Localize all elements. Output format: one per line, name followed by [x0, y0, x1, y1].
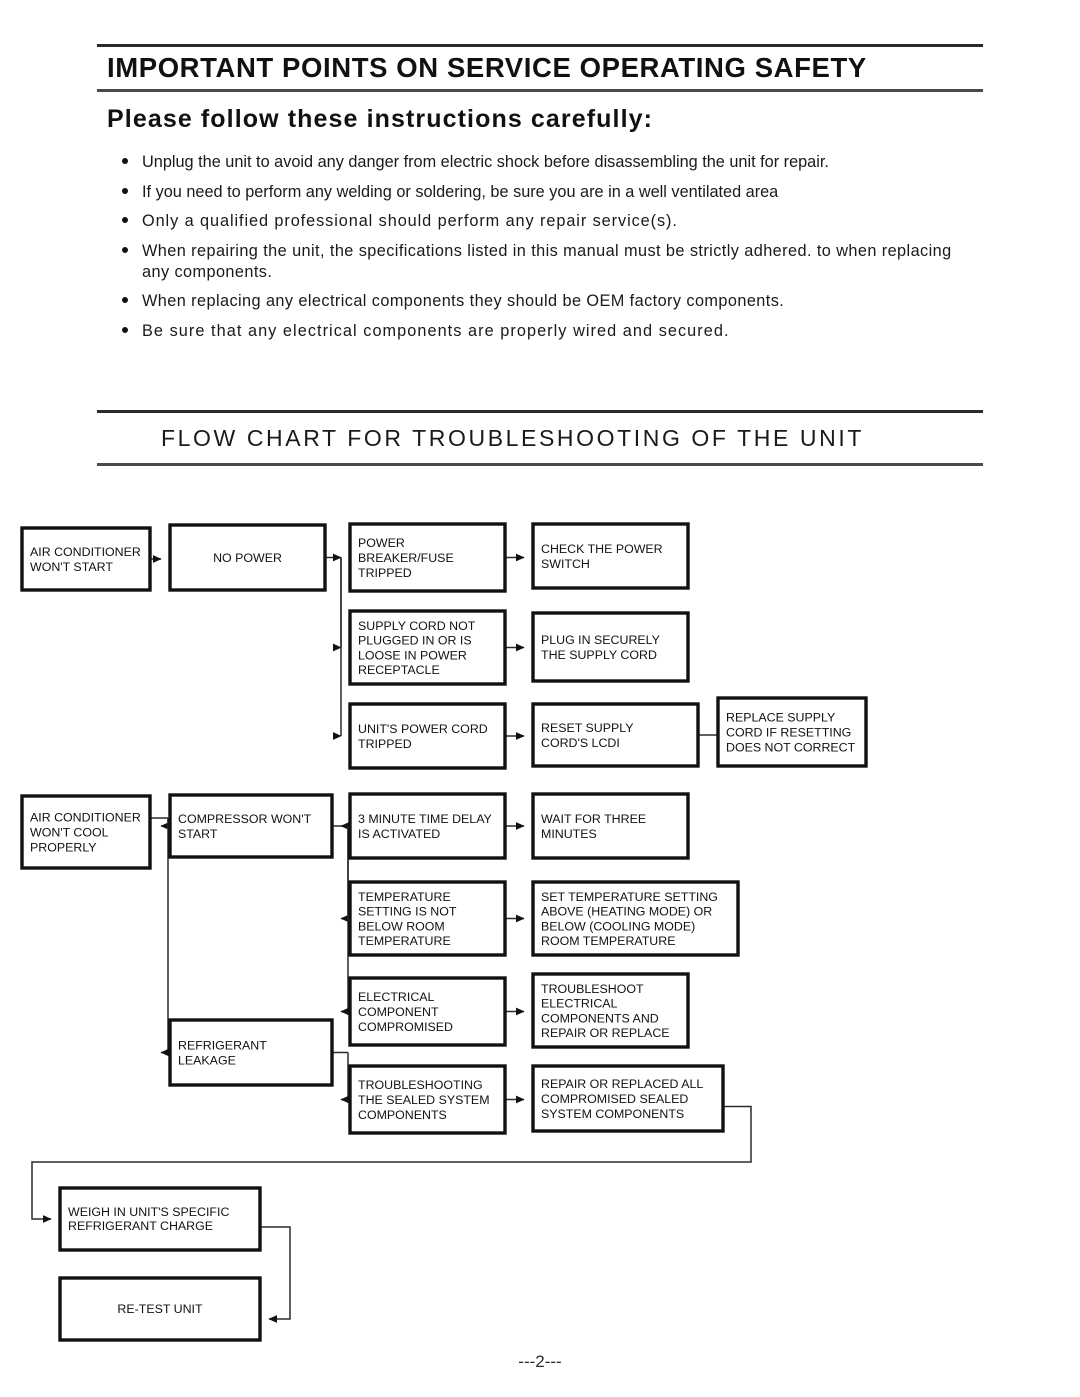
flow-node-cord-tripped: UNIT'S POWER CORD TRIPPED [348, 702, 507, 770]
flow-connector [160, 818, 169, 1057]
flow-connector [260, 1226, 291, 1323]
list-item: Unplug the unit to avoid any danger from… [120, 152, 982, 173]
node-label: WEIGH IN UNIT'S SPECIFIC REFRIGERANT CHAR… [68, 1205, 229, 1233]
flow-node-repair-sealed: REPAIR OR REPLACED ALL COMPROMISED SEALED… [531, 1064, 725, 1133]
flow-node-plug-securely: PLUG IN SECURELY THE SUPPLY CORD [531, 611, 690, 683]
bullet-dot-icon [122, 187, 128, 194]
flow-node-troubleshoot-sealed: TROUBLESHOOTING THE SEALED SYSTEM COMPONEN… [348, 1064, 507, 1135]
page-number: ---2--- [518, 1352, 562, 1371]
flow-node-temp-setting: TEMPERATURE SETTING IS NOT BELOW ROOM TEMPE… [348, 880, 507, 957]
node-label: RE-TEST UNIT [117, 1302, 203, 1316]
bullet-dot-icon [122, 217, 128, 224]
flow-node-reset-lcdi: RESET SUPPLY CORD'S LCDI [531, 702, 700, 768]
flow-node-check-switch: CHECK THE POWER SWITCH [531, 522, 690, 590]
flow-node-set-temp: SET TEMPERATURE SETTING ABOVE (HEATING MO… [531, 880, 740, 957]
node-label: REPAIR OR REPLACED ALL COMPROMISED SEALED… [541, 1077, 703, 1121]
flow-node-compressor-wont-start: COMPRESSOR WON'T START [168, 793, 334, 859]
list-item-text: When replacing any electrical components… [142, 292, 785, 311]
document-page: IMPORTANT POINTS ON SERVICE OPERATING SA… [0, 0, 1080, 1397]
safety-section-header: IMPORTANT POINTS ON SERVICE OPERATING SA… [97, 44, 983, 138]
page-title: IMPORTANT POINTS ON SERVICE OPERATING SA… [107, 52, 867, 83]
bullet-dot-icon [122, 246, 128, 253]
list-item-text: When repairing the unit, the specificati… [142, 241, 952, 281]
flowchart-title: FLOW CHART FOR TROUBLESHOOTING OF THE UN… [161, 425, 864, 451]
safety-bullet-list: Unplug the unit to avoid any danger from… [120, 152, 982, 350]
flow-node-breaker-tripped: POWER BREAKER/FUSE TRIPPED [348, 522, 507, 593]
list-item-text: Unplug the unit to avoid any danger from… [142, 153, 829, 171]
flow-node-ac-wont-cool: AIR CONDITIONER WON'T COOL PROPERLY [20, 794, 152, 870]
bullet-dot-icon [122, 158, 128, 164]
list-item: When replacing any electrical components… [120, 291, 982, 312]
instructions-subtitle: Please follow these instructions careful… [107, 104, 654, 133]
flow-node-replace-cord: REPLACE SUPPLY CORD IF RESETTING DOES NOT … [716, 696, 868, 768]
flowchart-section-header: FLOW CHART FOR TROUBLESHOOTING OF THE UN… [97, 410, 983, 466]
flow-connector [340, 826, 349, 923]
node-label: TEMPERATURE SETTING IS NOT BELOW ROOM TEMPE… [358, 890, 457, 948]
flow-connector [160, 818, 169, 830]
flow-node-troubleshoot-elec: TROUBLESHOOT ELECTRICAL COMPONENTS AND REPA… [531, 972, 690, 1049]
flow-connector [340, 1052, 349, 1104]
flow-node-no-power: NO POWER [168, 523, 327, 592]
flow-node-time-delay: 3 MINUTE TIME DELAY IS ACTIVATED [348, 792, 507, 860]
list-item-text: If you need to perform any welding or so… [142, 182, 779, 201]
flow-node-retest: RE-TEST UNIT [58, 1276, 262, 1342]
list-item: Only a qualified professional should per… [120, 211, 982, 232]
flow-nodes: AIR CONDITIONER WON'T START NO POWER POWER B… [20, 522, 868, 1342]
node-label: NO POWER [213, 551, 282, 565]
bullet-dot-icon [122, 326, 128, 333]
flow-node-refrigerant-leakage: REFRIGERANT LEAKAGE [168, 1018, 334, 1087]
troubleshooting-flowchart: AIR CONDITIONER WON'T START NO POWER POWER B… [0, 496, 1080, 1376]
list-item: If you need to perform any welding or so… [120, 182, 982, 203]
flow-node-cord-not-plugged: SUPPLY CORD NOT PLUGGED IN OR IS LOOSE IN … [348, 609, 507, 686]
flow-node-elec-compromised: ELECTRICAL COMPONENT COMPROMISED [348, 976, 507, 1047]
list-item: When repairing the unit, the specificati… [120, 241, 982, 283]
flow-node-wait-three: WAIT FOR THREE MINUTES [531, 792, 690, 860]
list-item-text: Be sure that any electrical components a… [142, 321, 730, 340]
node-label: RESET SUPPLY CORD'S LCDI [541, 721, 634, 750]
flow-node-weigh-charge: WEIGH IN UNIT'S SPECIFIC REFRIGERANT CHAR… [58, 1186, 262, 1252]
bullet-dot-icon [122, 297, 128, 304]
list-item-text: Only a qualified professional should per… [142, 212, 678, 231]
node-label: PLUG IN SECURELY THE SUPPLY CORD [541, 633, 660, 662]
list-item: Be sure that any electrical components a… [120, 321, 982, 342]
flow-node-ac-wont-start: AIR CONDITIONER WON'T START [20, 526, 152, 592]
flowchart-rule-bottom [97, 463, 983, 466]
